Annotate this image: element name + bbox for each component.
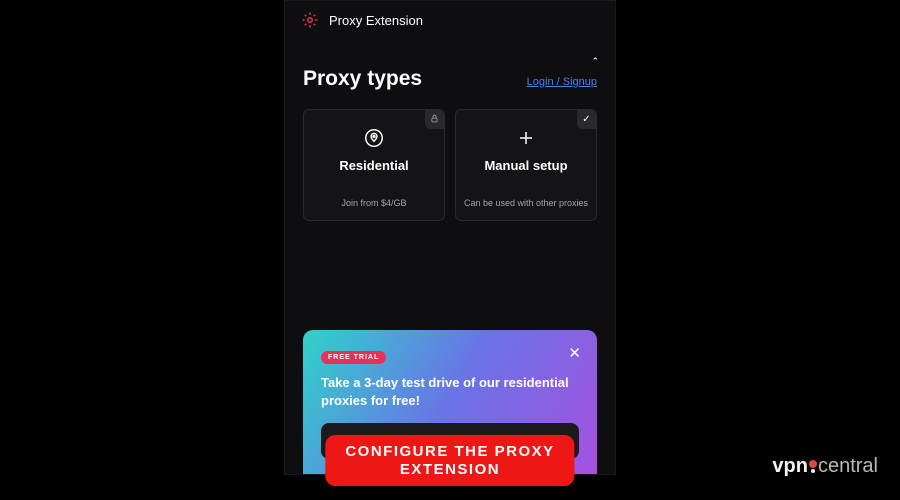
card-title: Manual setup bbox=[484, 158, 567, 173]
proxy-card-manual[interactable]: ✓ Manual setup Can be used with other pr… bbox=[455, 109, 597, 221]
plus-icon bbox=[517, 126, 535, 150]
vpncentral-watermark: vpn central bbox=[772, 455, 878, 478]
app-title: Proxy Extension bbox=[329, 13, 423, 28]
location-pin-icon bbox=[363, 126, 385, 150]
promo-text: Take a 3-day test drive of our residenti… bbox=[321, 374, 579, 409]
check-badge: ✓ bbox=[577, 110, 596, 129]
lock-badge bbox=[425, 110, 444, 129]
panel-body: Proxy types Login / Signup ⌃ bbox=[285, 39, 615, 221]
caption-line-2: EXTENSION bbox=[345, 461, 554, 480]
section-title: Proxy types bbox=[303, 67, 422, 91]
login-signup-link[interactable]: Login / Signup bbox=[527, 76, 597, 88]
check-icon: ✓ bbox=[582, 114, 590, 125]
proxy-card-residential[interactable]: Residential Join from $4/GB bbox=[303, 109, 445, 221]
card-title: Residential bbox=[339, 158, 408, 173]
card-subtitle: Can be used with other proxies bbox=[458, 198, 594, 208]
app-logo-icon bbox=[301, 11, 319, 29]
caption-line-1: CONFIGURE THE PROXY bbox=[345, 443, 554, 462]
lock-icon bbox=[430, 114, 439, 126]
watermark-central: central bbox=[818, 455, 878, 478]
card-subtitle: Join from $4/GB bbox=[335, 198, 412, 208]
instruction-caption: CONFIGURE THE PROXY EXTENSION bbox=[325, 435, 574, 487]
close-icon[interactable]: ✕ bbox=[568, 344, 581, 362]
watermark-i-icon bbox=[809, 460, 817, 473]
extension-panel: Proxy Extension Proxy types Login / Sign… bbox=[284, 0, 616, 475]
title-row: Proxy types Login / Signup ⌃ bbox=[303, 67, 597, 91]
extension-header: Proxy Extension bbox=[285, 1, 615, 39]
proxy-type-cards: Residential Join from $4/GB ✓ Manual set… bbox=[303, 109, 597, 221]
free-trial-badge: FREE TRIAL bbox=[321, 351, 386, 364]
watermark-vpn: vpn bbox=[772, 455, 808, 478]
chevron-up-icon[interactable]: ⌃ bbox=[591, 56, 599, 67]
